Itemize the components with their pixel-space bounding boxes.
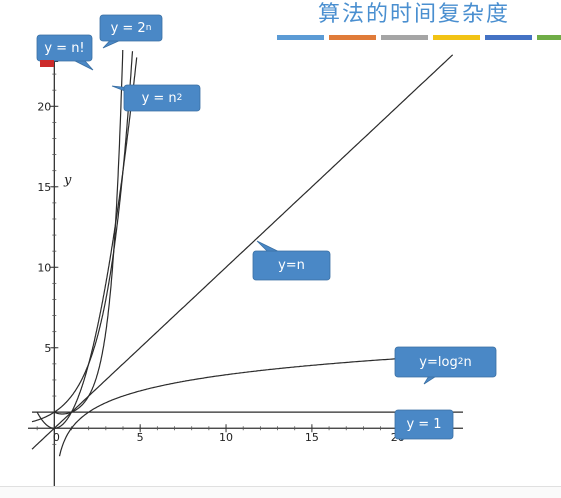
callout-label-log2: y=log 2 n (419, 354, 472, 370)
callout-text-linear: y=n (278, 258, 305, 273)
x-tick-label: 5 (137, 431, 144, 444)
y-tick-label: 10 (37, 261, 51, 274)
callout-text-factorial: y = n! (44, 40, 85, 56)
callout-text-exp2: y = 2n (110, 20, 152, 36)
callout-label-exp2: y = 2n (110, 20, 152, 36)
series-line-linear (31, 54, 454, 450)
y-axis-label: y (63, 173, 72, 188)
callout-text-square: y = n2 (141, 90, 183, 106)
x-tick-label: 0 (53, 431, 60, 444)
x-tick-label: 15 (305, 431, 319, 444)
x-tick-label: 10 (219, 431, 233, 444)
y-tick-label: 15 (37, 181, 51, 194)
series-line-factorial (54, 50, 124, 415)
complexity-chart: 051015205101520yy = n!y = 2ny = n2y=ny=l… (28, 14, 497, 486)
callout-label-linear: y=n (278, 258, 305, 273)
series-line-square (36, 57, 138, 429)
y-tick-label: 20 (37, 100, 51, 113)
callout-text-log2: y=log 2 n (419, 354, 472, 370)
callout-label-square: y = n2 (141, 90, 183, 106)
y-tick-label: 5 (44, 342, 51, 355)
red-marker (40, 60, 54, 67)
callout-label-constant: y = 1 (406, 417, 442, 432)
bottom-bar (0, 486, 561, 498)
callout-text-constant: y = 1 (406, 417, 442, 432)
callout-label-factorial: y = n! (44, 40, 85, 56)
